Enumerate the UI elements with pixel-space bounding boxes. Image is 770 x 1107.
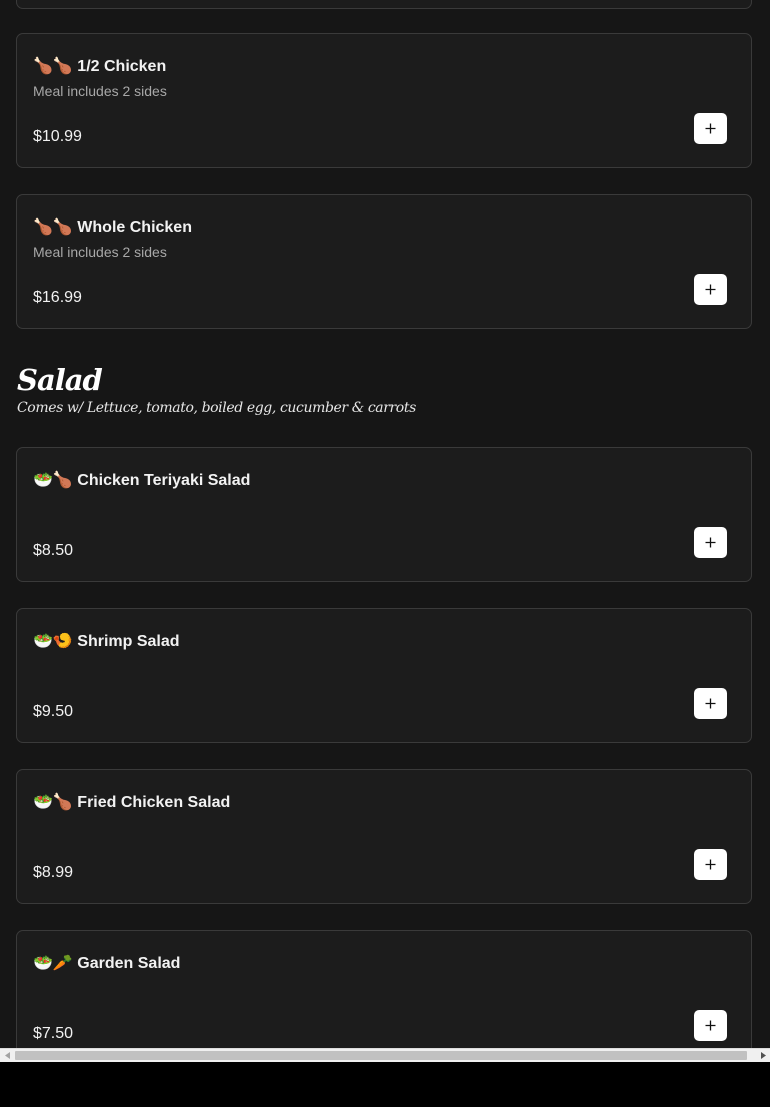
menu-item-card[interactable]: 🍗🍗 Whole Chicken Meal includes 2 sides $… <box>16 194 752 329</box>
menu-item-title: 🥗🥕 Garden Salad <box>33 953 180 973</box>
plus-icon <box>705 284 716 295</box>
food-emoji-icon: 🍗🍗 <box>33 58 73 75</box>
section-header-salad: Salad Comes w/ Lettuce, tomato, boiled e… <box>17 362 416 416</box>
plus-icon <box>705 123 716 134</box>
menu-item-price: $10.99 <box>33 128 82 145</box>
menu-item-name: 1/2 Chicken <box>77 58 167 75</box>
menu-item-card[interactable]: 🍗🍗 1/2 Chicken Meal includes 2 sides $10… <box>16 33 752 168</box>
menu-item-card-partial <box>16 0 752 9</box>
menu-item-card[interactable]: 🥗🥕 Garden Salad $7.50 <box>16 930 752 1048</box>
menu-item-description: Meal includes 2 sides <box>33 83 167 99</box>
food-emoji-icon: 🥗🍗 <box>33 794 73 811</box>
menu-item-name: Whole Chicken <box>77 219 192 236</box>
menu-item-card[interactable]: 🥗🍗 Chicken Teriyaki Salad $8.50 <box>16 447 752 582</box>
menu-item-name: Shrimp Salad <box>77 633 180 650</box>
bottom-blank-area <box>0 1062 770 1107</box>
plus-icon <box>705 537 716 548</box>
add-to-cart-button[interactable] <box>694 274 727 305</box>
add-to-cart-button[interactable] <box>694 1010 727 1041</box>
add-to-cart-button[interactable] <box>694 113 727 144</box>
menu-item-price: $16.99 <box>33 289 82 306</box>
food-emoji-icon: 🥗🍗 <box>33 472 73 489</box>
food-emoji-icon: 🥗🥕 <box>33 955 73 972</box>
menu-item-price: $8.50 <box>33 542 74 559</box>
scroll-right-button[interactable] <box>756 1049 770 1062</box>
menu-item-description: Meal includes 2 sides <box>33 244 167 260</box>
food-emoji-icon: 🍗🍗 <box>33 219 73 236</box>
scrollbar-thumb[interactable] <box>15 1051 747 1060</box>
triangle-right-icon <box>760 1052 766 1059</box>
menu-item-price: $7.50 <box>33 1025 74 1042</box>
add-to-cart-button[interactable] <box>694 849 727 880</box>
plus-icon <box>705 1020 716 1031</box>
food-emoji-icon: 🥗🍤 <box>33 633 73 650</box>
menu-item-title: 🍗🍗 1/2 Chicken <box>33 56 166 76</box>
menu-item-price: $9.50 <box>33 703 74 720</box>
menu-item-title: 🥗🍗 Fried Chicken Salad <box>33 792 230 812</box>
menu-item-title: 🍗🍗 Whole Chicken <box>33 217 192 237</box>
menu-item-card[interactable]: 🥗🍗 Fried Chicken Salad $8.99 <box>16 769 752 904</box>
menu-item-card[interactable]: 🥗🍤 Shrimp Salad $9.50 <box>16 608 752 743</box>
horizontal-scrollbar[interactable] <box>0 1048 770 1062</box>
menu-item-title: 🥗🍗 Chicken Teriyaki Salad <box>33 470 250 490</box>
menu-item-name: Fried Chicken Salad <box>77 794 231 811</box>
plus-icon <box>705 698 716 709</box>
menu-item-title: 🥗🍤 Shrimp Salad <box>33 631 180 651</box>
section-title: Salad <box>17 363 103 397</box>
menu-item-price: $8.99 <box>33 864 74 881</box>
menu-viewport: 🍗🍗 1/2 Chicken Meal includes 2 sides $10… <box>0 0 770 1048</box>
section-subtitle: Comes w/ Lettuce, tomato, boiled egg, cu… <box>17 400 416 416</box>
menu-item-name: Chicken Teriyaki Salad <box>77 472 251 489</box>
add-to-cart-button[interactable] <box>694 527 727 558</box>
scroll-left-button[interactable] <box>0 1049 14 1062</box>
menu-item-name: Garden Salad <box>77 955 181 972</box>
plus-icon <box>705 859 716 870</box>
add-to-cart-button[interactable] <box>694 688 727 719</box>
triangle-left-icon <box>4 1052 10 1059</box>
